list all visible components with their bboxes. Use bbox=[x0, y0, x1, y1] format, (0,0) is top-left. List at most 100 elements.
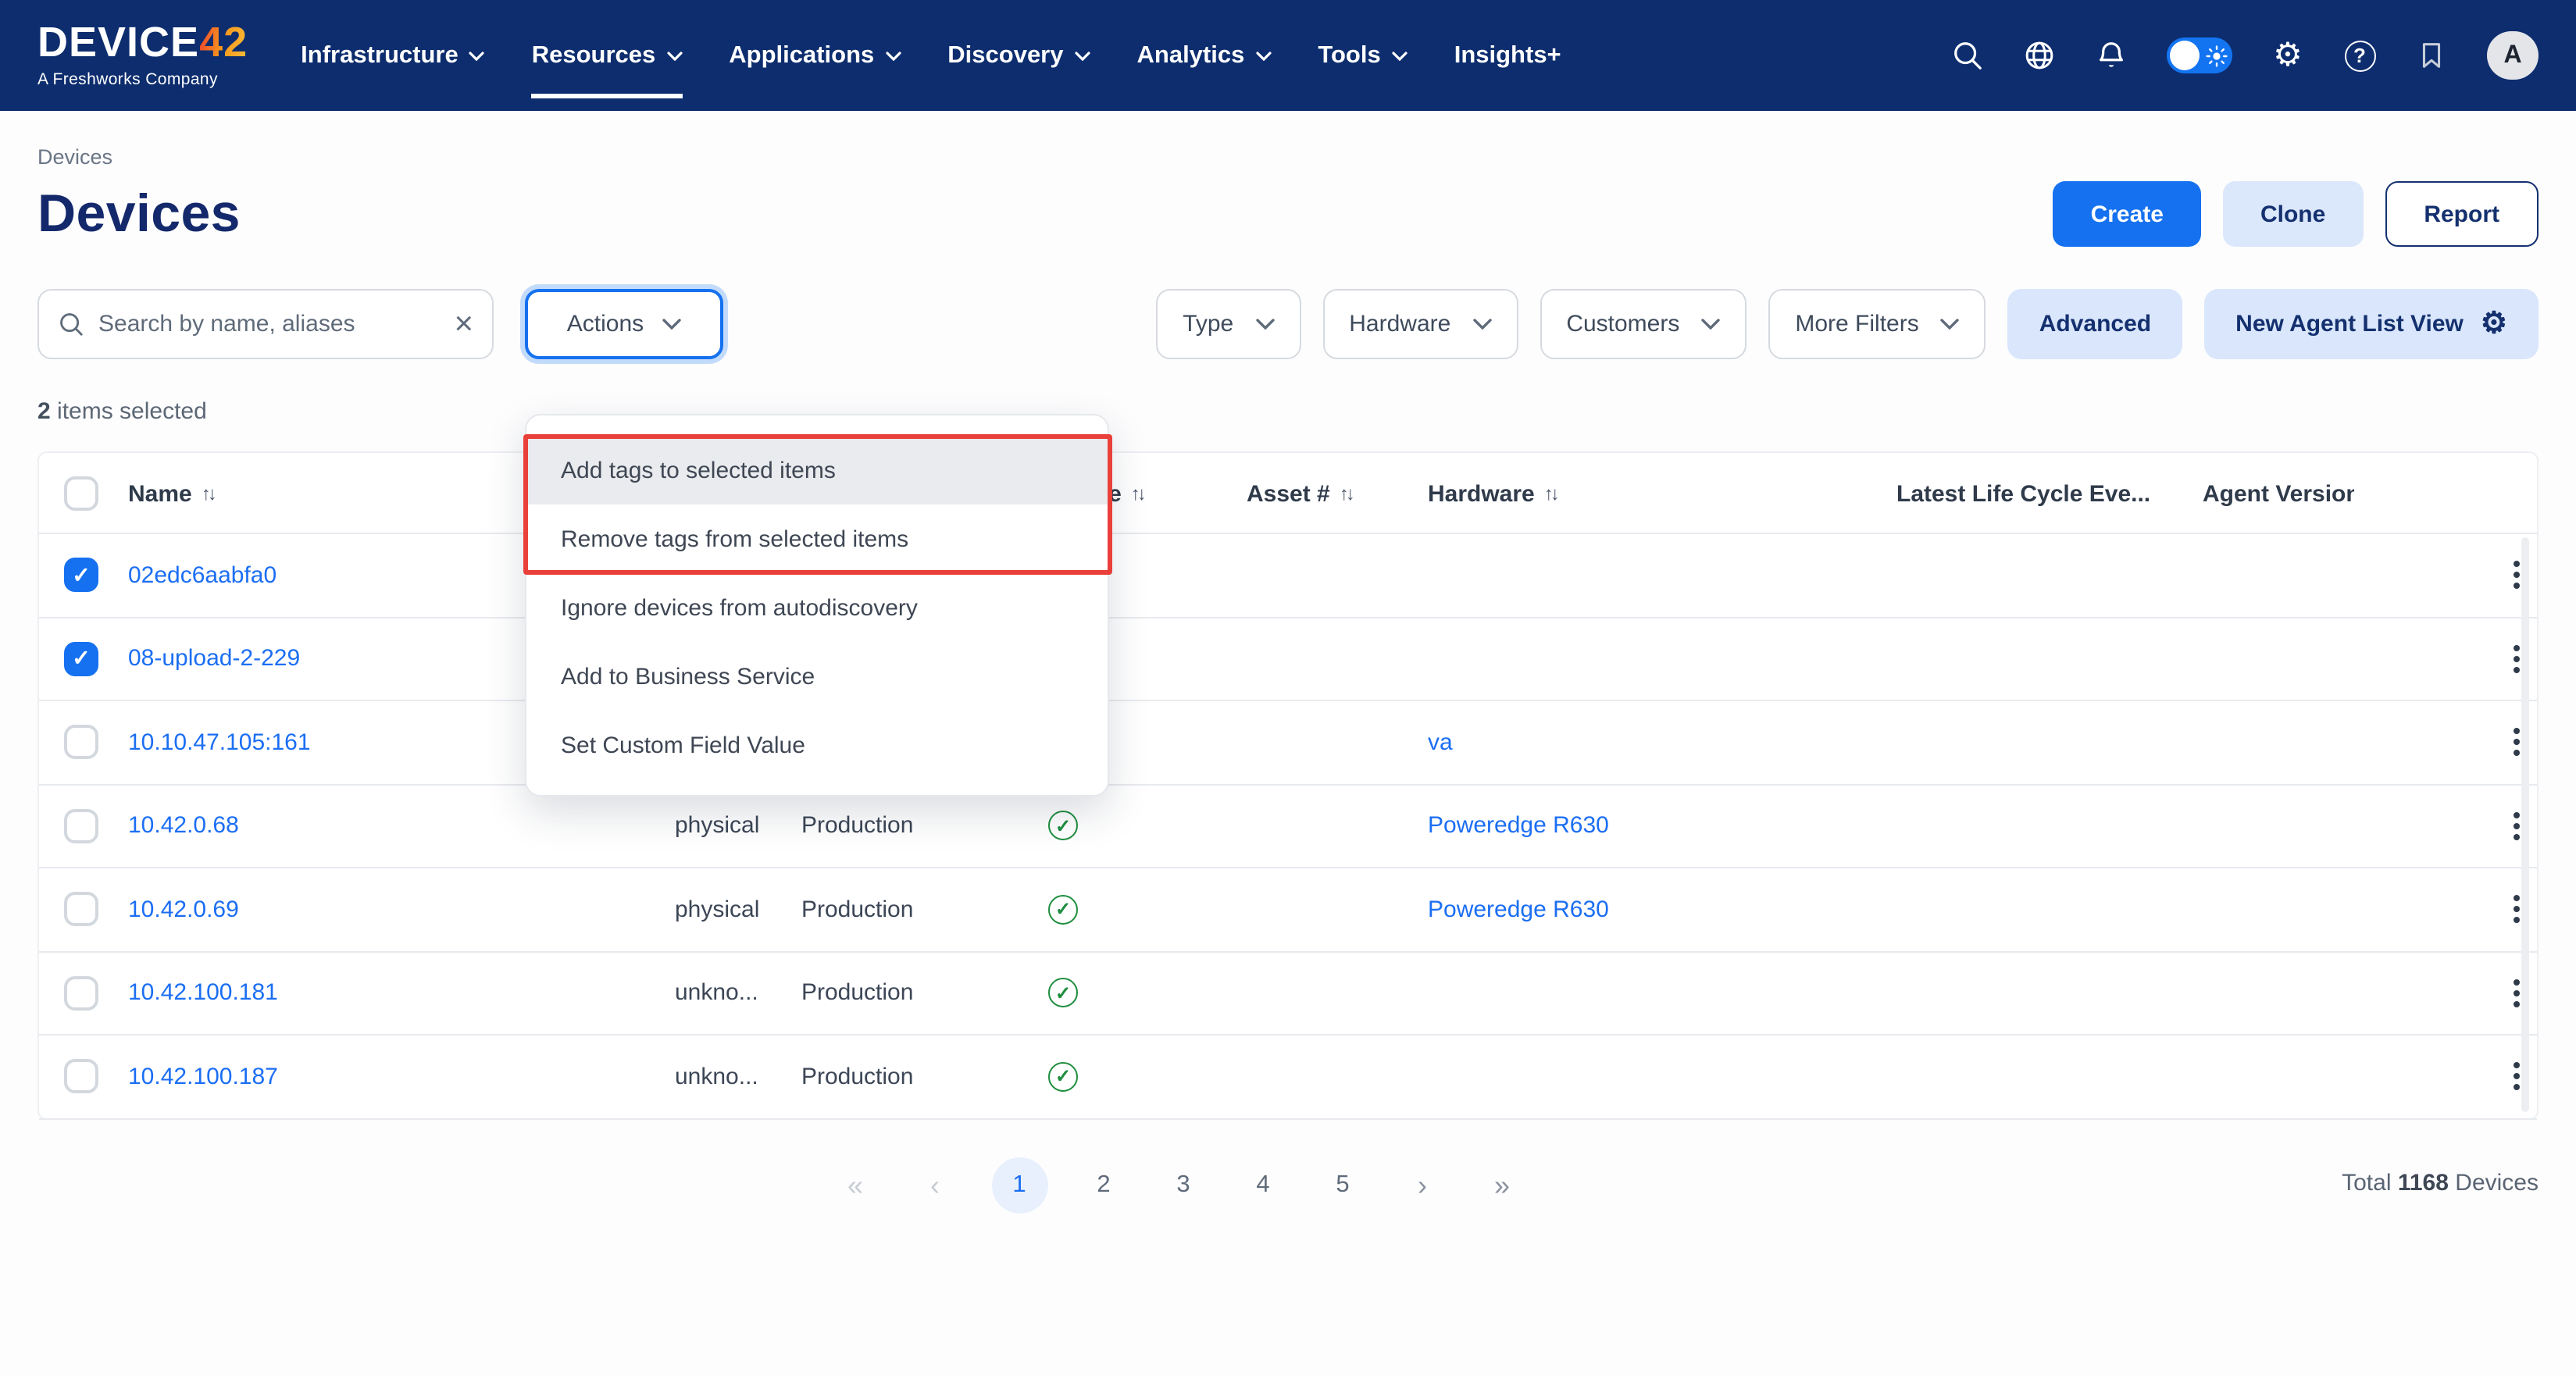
device-name-link[interactable]: 10.42.100.181 bbox=[128, 952, 278, 1034]
filter-type[interactable]: Type bbox=[1156, 289, 1300, 359]
user-avatar[interactable]: A bbox=[2487, 31, 2539, 80]
filter-more[interactable]: More Filters bbox=[1768, 289, 1986, 359]
device-name-link[interactable]: 02edc6aabfa0 bbox=[128, 534, 277, 616]
hardware-link[interactable]: Poweredge R630 bbox=[1428, 868, 1609, 950]
menu-infrastructure[interactable]: Infrastructure bbox=[301, 32, 485, 79]
nav-icon-group: ⚙ ? A bbox=[1951, 31, 2539, 80]
pagination: « ‹ 1 2 3 4 5 › » bbox=[0, 1157, 2429, 1214]
prev-page-button[interactable]: ‹ bbox=[912, 1157, 958, 1214]
row-checkbox[interactable]: ✓ bbox=[64, 893, 98, 927]
device-name[interactable]: 02edc6aabfa0 bbox=[128, 562, 277, 589]
next-page-button[interactable]: › bbox=[1399, 1157, 1446, 1214]
total-devices: Total 1168 Devices bbox=[2342, 1170, 2539, 1196]
device-name[interactable]: 10.42.100.181 bbox=[128, 980, 278, 1007]
device-name[interactable]: 10.10.47.105:161 bbox=[128, 729, 311, 756]
search-icon bbox=[58, 311, 84, 337]
hardware-name[interactable]: va bbox=[1428, 729, 1453, 756]
clear-search-icon[interactable]: × bbox=[454, 308, 473, 340]
table-row: ✓ 10.42.100.187 unkno... Production ✓ bbox=[39, 1036, 2537, 1119]
chevron-down-icon bbox=[469, 51, 485, 60]
notifications-bell-icon[interactable] bbox=[2095, 39, 2128, 72]
advanced-button[interactable]: Advanced bbox=[2008, 289, 2182, 359]
menu-item-remove-tags[interactable]: Remove tags from selected items bbox=[526, 504, 1108, 573]
hardware-name[interactable]: Poweredge R630 bbox=[1428, 813, 1609, 840]
table-scrollbar[interactable] bbox=[2521, 537, 2529, 1112]
menu-item-add-business-service[interactable]: Add to Business Service bbox=[526, 642, 1108, 711]
menu-discovery[interactable]: Discovery bbox=[947, 32, 1090, 79]
first-page-button[interactable]: « bbox=[832, 1157, 879, 1214]
chevron-down-icon bbox=[1941, 319, 1960, 330]
sort-icon[interactable]: ↑↓ bbox=[1544, 483, 1557, 504]
row-checkbox[interactable]: ✓ bbox=[64, 558, 98, 593]
device-name-link[interactable]: 10.10.47.105:161 bbox=[128, 701, 311, 783]
page-button-4[interactable]: 4 bbox=[1240, 1157, 1286, 1214]
sort-icon[interactable]: ↑↓ bbox=[202, 483, 214, 504]
row-checkbox[interactable]: ✓ bbox=[64, 725, 98, 760]
bookmark-icon[interactable] bbox=[2415, 39, 2448, 72]
success-circle-icon: ✓ bbox=[1048, 811, 1078, 841]
breadcrumb[interactable]: Devices bbox=[37, 145, 2539, 169]
theme-toggle[interactable] bbox=[2167, 37, 2232, 73]
new-agent-list-view-button[interactable]: New Agent List View ⚙ bbox=[2204, 289, 2539, 359]
device-name-link[interactable]: 10.42.0.69 bbox=[128, 868, 239, 950]
success-circle-icon: ✓ bbox=[1048, 979, 1078, 1008]
sort-icon[interactable]: ↑↓ bbox=[1340, 483, 1352, 504]
total-suffix: Devices bbox=[2455, 1170, 2539, 1196]
search-input[interactable] bbox=[98, 311, 440, 337]
menu-insights[interactable]: Insights+ bbox=[1454, 32, 1561, 79]
hardware-link[interactable]: va bbox=[1428, 701, 1453, 783]
device42-logo[interactable]: DEVICE42 A Freshworks Company bbox=[37, 23, 248, 89]
search-icon[interactable] bbox=[1951, 39, 1984, 72]
device-name-link[interactable]: 10.42.0.68 bbox=[128, 785, 239, 867]
device-name-link[interactable]: 08-upload-2-229 bbox=[128, 618, 300, 700]
gear-icon[interactable]: ⚙ bbox=[2481, 309, 2507, 339]
page-button-2[interactable]: 2 bbox=[1080, 1157, 1127, 1214]
column-header-lifecycle[interactable]: Latest Life Cycle Eve... bbox=[1896, 453, 2150, 534]
menu-analytics[interactable]: Analytics bbox=[1137, 32, 1272, 79]
column-header-name[interactable]: Name↑↓ bbox=[128, 453, 214, 534]
help-icon[interactable]: ? bbox=[2343, 39, 2376, 72]
menu-item-add-tags[interactable]: Add tags to selected items bbox=[526, 436, 1108, 504]
filter-customers[interactable]: Customers bbox=[1540, 289, 1746, 359]
menu-label: Tools bbox=[1318, 41, 1380, 70]
device-name[interactable]: 10.42.0.69 bbox=[128, 897, 239, 923]
menu-tools[interactable]: Tools bbox=[1318, 32, 1407, 79]
device-name[interactable]: 08-upload-2-229 bbox=[128, 646, 300, 672]
page-button-5[interactable]: 5 bbox=[1319, 1157, 1366, 1214]
menu-item-ignore-devices[interactable]: Ignore devices from autodiscovery bbox=[526, 573, 1108, 642]
settings-gear-icon[interactable]: ⚙ bbox=[2271, 39, 2304, 72]
row-checkbox[interactable]: ✓ bbox=[64, 976, 98, 1011]
filter-hardware[interactable]: Hardware bbox=[1322, 289, 1518, 359]
globe-icon[interactable] bbox=[2023, 39, 2056, 72]
row-checkbox[interactable]: ✓ bbox=[64, 642, 98, 676]
column-header-agent-version[interactable]: Agent Version bbox=[2203, 453, 2354, 534]
row-checkbox[interactable]: ✓ bbox=[64, 809, 98, 843]
hardware-link[interactable]: Poweredge R630 bbox=[1428, 785, 1609, 867]
header-label: Asset # bbox=[1247, 480, 1330, 507]
in-service-status: ✓ bbox=[1048, 952, 1078, 1034]
report-button[interactable]: Report bbox=[2385, 181, 2539, 247]
column-header-asset[interactable]: Asset # ↑↓ bbox=[1247, 453, 1352, 534]
menu-item-set-custom-field[interactable]: Set Custom Field Value bbox=[526, 711, 1108, 779]
select-all-checkbox[interactable]: ✓ bbox=[64, 476, 98, 510]
column-header-hardware[interactable]: Hardware↑↓ bbox=[1428, 453, 1557, 534]
menu-resources[interactable]: Resources bbox=[532, 32, 683, 79]
create-button[interactable]: Create bbox=[2053, 181, 2201, 247]
top-nav: DEVICE42 A Freshworks Company Infrastruc… bbox=[0, 0, 2576, 111]
actions-dropdown-button[interactable]: Actions bbox=[525, 289, 723, 359]
last-page-button[interactable]: » bbox=[1479, 1157, 1525, 1214]
device-name[interactable]: 10.42.0.68 bbox=[128, 813, 239, 840]
row-checkbox[interactable]: ✓ bbox=[64, 1060, 98, 1094]
page-button-1[interactable]: 1 bbox=[991, 1157, 1047, 1214]
in-service-status: ✓ bbox=[1048, 785, 1078, 867]
device-name[interactable]: 10.42.100.187 bbox=[128, 1064, 278, 1090]
title-row: Devices Create Clone Report bbox=[37, 181, 2539, 247]
device-type: physical bbox=[675, 868, 759, 950]
clone-button[interactable]: Clone bbox=[2223, 181, 2363, 247]
hardware-name[interactable]: Poweredge R630 bbox=[1428, 897, 1609, 923]
total-prefix: Total bbox=[2342, 1170, 2391, 1196]
menu-applications[interactable]: Applications bbox=[729, 32, 901, 79]
page-button-3[interactable]: 3 bbox=[1160, 1157, 1207, 1214]
sort-icon[interactable]: ↑↓ bbox=[1131, 483, 1144, 504]
device-name-link[interactable]: 10.42.100.187 bbox=[128, 1036, 278, 1118]
